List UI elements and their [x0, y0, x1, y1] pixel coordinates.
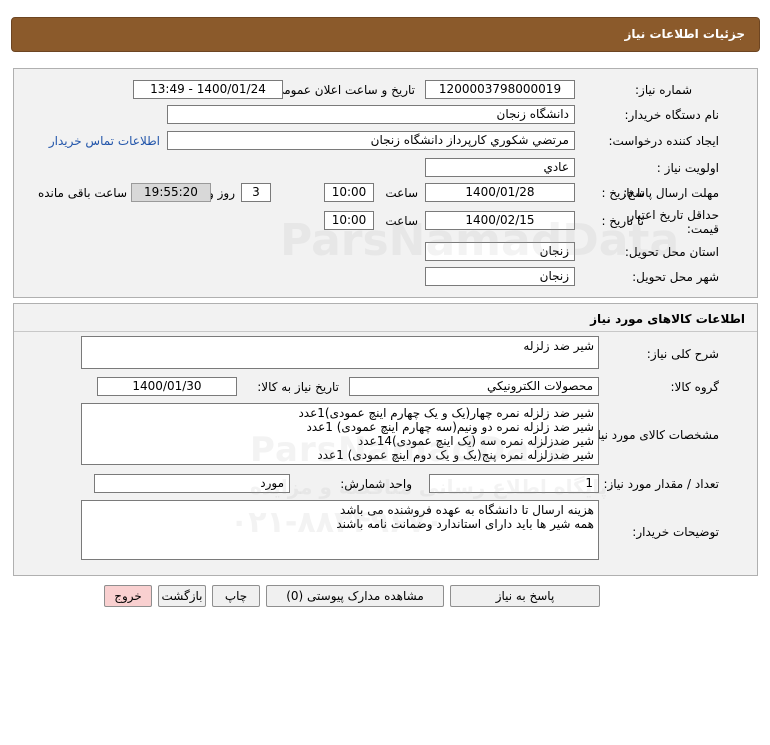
province-label: استان محل تحویل: — [624, 245, 719, 259]
requester-label: ایجاد کننده درخواست: — [608, 134, 719, 148]
qty-label: تعداد / مقدار مورد نیاز: — [603, 477, 719, 491]
page-title: جزئیات اطلاعات نیاز — [624, 27, 745, 41]
buyer-org-field: دانشگاه زنجان — [167, 105, 575, 124]
deadline-date-field: 1400/01/28 — [425, 183, 575, 202]
summary-field: شیر ضد زلزله — [81, 336, 599, 369]
buyer-org-label: نام دستگاه خریدار: — [624, 108, 720, 122]
need-number-label: شماره نیاز: — [635, 83, 692, 97]
qty-field: 1 — [429, 474, 599, 493]
spec-line: شیر ضدزلزله نمره پنج(یک و یک دوم اینچ عم… — [317, 448, 594, 462]
summary-label: شرح کلی نیاز: — [646, 347, 719, 361]
summary-text: شیر ضد زلزله — [523, 339, 594, 353]
remaining-time-label: ساعت باقی مانده — [37, 186, 127, 200]
validity-time-field: 10:00 — [324, 211, 374, 230]
goods-info-panel: اطلاعات کالاهای مورد نیاز شرح کلی نیاز: … — [13, 303, 758, 576]
unit-field: مورد — [94, 474, 290, 493]
priority-field: عادي — [425, 158, 575, 177]
group-field: محصولات الكترونيكي — [349, 377, 599, 396]
specs-field: شیر ضد زلزله نمره چهار(یک و یک چهارم این… — [81, 403, 599, 465]
deadline-time-label: ساعت — [385, 186, 418, 200]
city-label: شهر محل تحویل: — [632, 270, 719, 284]
deadline-time-field: 10:00 — [324, 183, 374, 202]
need-date-field: 1400/01/30 — [97, 377, 237, 396]
notes-label: توضیحات خریدار: — [632, 525, 719, 539]
need-date-label: تاریخ نیاز به کالا: — [257, 380, 339, 394]
validity-time-label: ساعت — [385, 214, 418, 228]
note-line: همه شیر ها باید دارای استاندارد وضمانت ن… — [336, 517, 594, 531]
priority-label: اولویت نیاز : — [656, 161, 719, 175]
buyer-contact-link[interactable]: اطلاعات تماس خریدار — [49, 134, 160, 148]
group-label: گروه کالا: — [670, 380, 720, 394]
reply-button[interactable]: پاسخ به نیاز — [450, 585, 600, 607]
spec-line: شیر ضد زلزله نمره دو ونیم(سه چهارم اینچ … — [306, 420, 594, 434]
need-info-panel: شماره نیاز: 1200003798000019 تاریخ و ساع… — [13, 68, 758, 298]
remaining-time-field: 19:55:20 — [131, 183, 211, 202]
days-label: روز و — [208, 186, 235, 200]
back-button[interactable]: بازگشت — [158, 585, 206, 607]
unit-label: واحد شمارش: — [340, 477, 412, 491]
spec-line: شیر ضدزلزله نمره سه (یک اینچ عمودی)14عدد — [357, 434, 594, 448]
requester-field: مرتضي شكوري كارپرداز دانشگاه زنجان — [167, 131, 575, 150]
specs-label: مشخصات کالای مورد نیاز: — [587, 428, 719, 442]
province-field: زنجان — [425, 242, 575, 261]
goods-section-title: اطلاعات کالاهای مورد نیاز — [590, 312, 745, 326]
attachments-button[interactable]: مشاهده مدارک پیوستی (0) — [266, 585, 444, 607]
announce-field: 1400/01/24 - 13:49 — [133, 80, 283, 99]
notes-field: هزینه ارسال تا دانشگاه به عهده فروشنده م… — [81, 500, 599, 560]
deadline-to-date-label: تا تاریخ : — [601, 186, 644, 200]
validity-date-field: 1400/02/15 — [425, 211, 575, 230]
note-line: هزینه ارسال تا دانشگاه به عهده فروشنده م… — [340, 503, 594, 517]
validity-to-date-label: تا تاریخ : — [601, 214, 644, 228]
city-field: زنجان — [425, 267, 575, 286]
spec-line: شیر ضد زلزله نمره چهار(یک و یک چهارم این… — [298, 406, 594, 420]
section-divider — [14, 331, 757, 332]
need-number-field: 1200003798000019 — [425, 80, 575, 99]
days-field: 3 — [241, 183, 271, 202]
print-button[interactable]: چاپ — [212, 585, 260, 607]
exit-button[interactable]: خروج — [104, 585, 152, 607]
announce-label: تاریخ و ساعت اعلان عمومی: — [270, 83, 415, 97]
page-header: جزئیات اطلاعات نیاز — [11, 17, 760, 52]
